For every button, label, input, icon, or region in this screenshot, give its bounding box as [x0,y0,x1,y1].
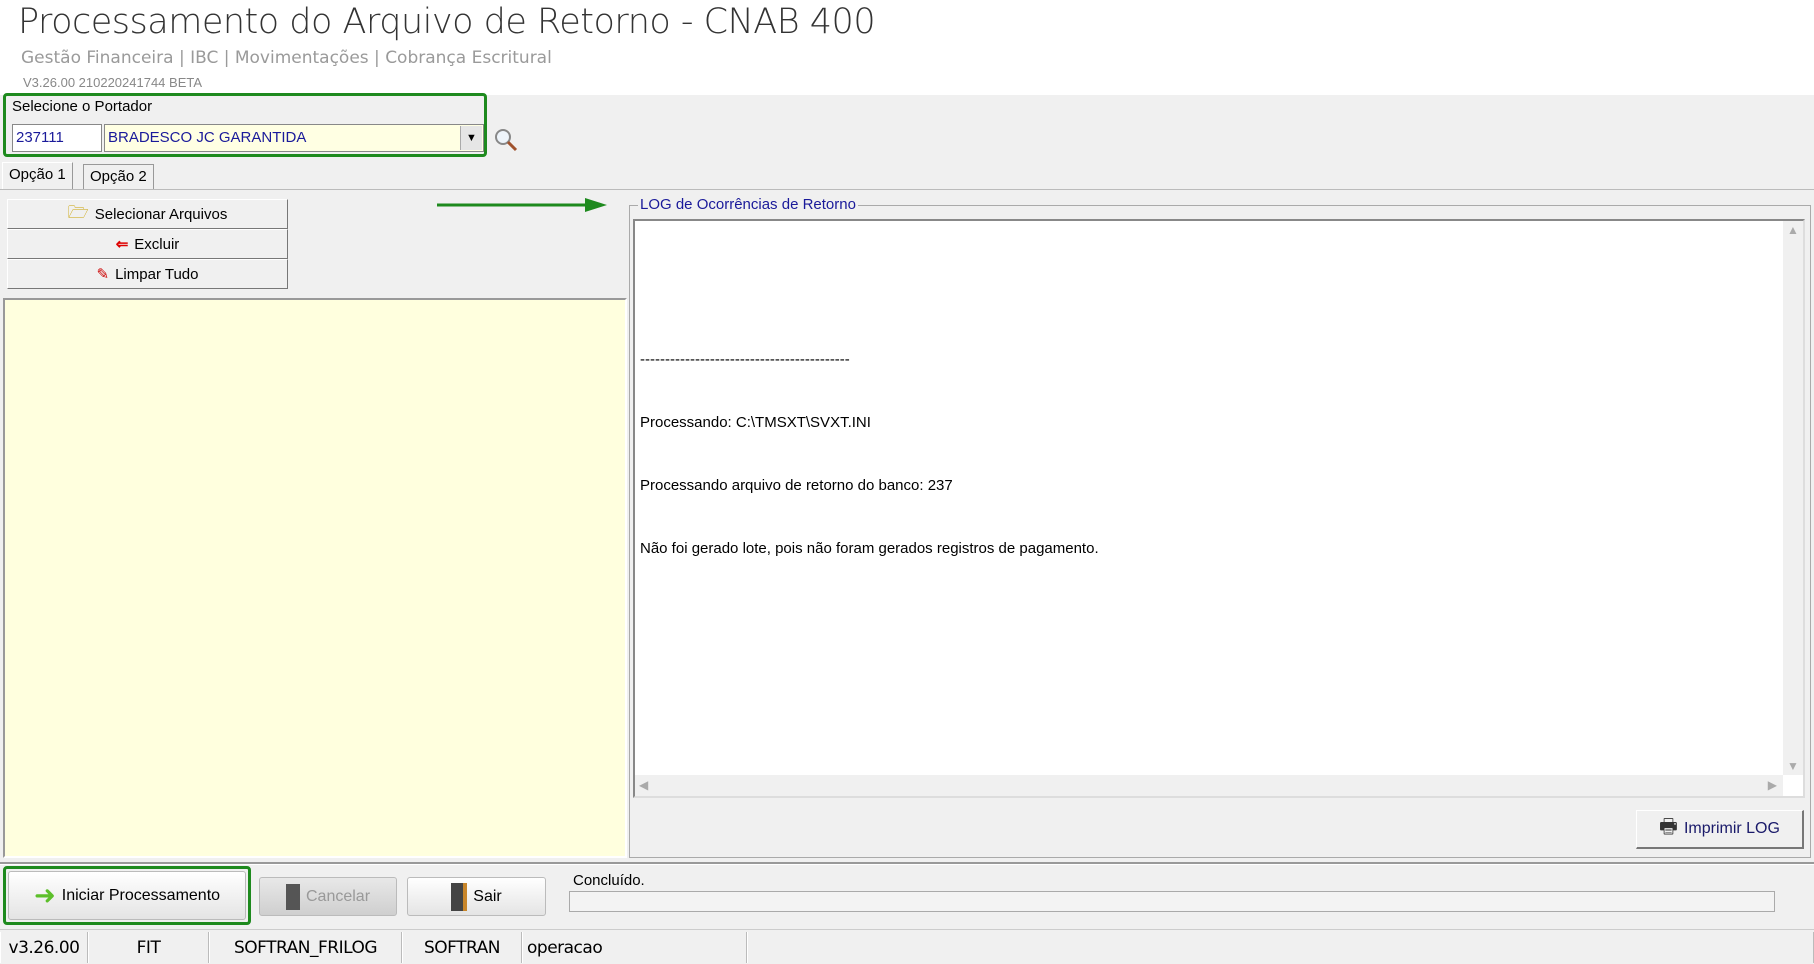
arrow-annotation-icon [437,198,607,212]
portador-label: Selecione o Portador [12,98,153,115]
divider [0,862,1814,865]
printer-icon: 🖶 [1659,816,1678,838]
scroll-up-icon[interactable]: ▲ [1787,223,1799,237]
scroll-left-icon[interactable]: ◀ [639,778,648,792]
scroll-right-icon[interactable]: ▶ [1768,778,1777,792]
status-text: Concluído. [573,872,645,889]
statusbar-company: FIT [88,932,209,963]
folder-open-icon: 🗁 [67,202,89,222]
page-title: Processamento do Arquivo de Retorno - CN… [18,2,876,42]
breadcrumb: Gestão Financeira | IBC | Movimentações … [21,48,552,68]
selected-files-list[interactable] [3,298,627,858]
status-bar: v3.26.00 FIT SOFTRAN_FRILOG SOFTRAN oper… [0,929,1814,964]
arrow-right-icon: ➜ [33,880,56,910]
clear-all-button[interactable]: ✎ Limpar Tudo [7,259,288,289]
log-horizontal-scrollbar[interactable]: ◀ ▶ [635,775,1783,796]
exit-button[interactable]: Sair [407,877,546,916]
portador-select[interactable]: BRADESCO JC GARANTIDA [104,124,484,152]
door-icon [285,883,300,910]
search-icon[interactable] [493,127,519,153]
log-line: Processando: C:\TMSXT\SVXT.INI [640,414,871,431]
start-processing-button[interactable]: ➜ Iniciar Processamento [8,871,246,920]
log-title: LOG de Ocorrências de Retorno [638,196,858,213]
statusbar-version: v3.26.00 [0,932,88,963]
statusbar-user: SOFTRAN [402,932,522,963]
statusbar-empty [747,932,1814,963]
tab-opcao-2[interactable]: Opção 2 [83,164,154,189]
select-files-button[interactable]: 🗁 Selecionar Arquivos [7,199,288,229]
tab-divider [0,189,1814,190]
log-line: ----------------------------------------… [640,351,850,368]
exit-door-icon [451,882,468,911]
log-line: Não foi gerado lote, pois não foram gera… [640,540,1099,557]
scroll-down-icon[interactable]: ▼ [1787,759,1799,773]
statusbar-database: SOFTRAN_FRILOG [209,932,402,963]
log-vertical-scrollbar[interactable]: ▲ ▼ [1783,221,1803,775]
eraser-icon: ✎ [96,266,110,283]
log-line: Processando arquivo de retorno do banco:… [640,477,953,494]
delete-button[interactable]: ⇐ Excluir [7,229,288,259]
portador-code-input[interactable]: 237111 [12,124,102,152]
log-content: ----------------------------------------… [640,244,1099,580]
print-log-button[interactable]: 🖶 Imprimir LOG [1636,810,1804,849]
tab-opcao-1[interactable]: Opção 1 [2,162,73,190]
progress-bar [569,891,1775,912]
version-label: V3.26.00 210220241744 BETA [23,75,203,90]
cancel-button[interactable]: Cancelar [259,877,397,916]
chevron-down-icon[interactable]: ▼ [460,126,482,150]
statusbar-operation: operacao [522,932,747,963]
remove-icon: ⇐ [115,236,129,253]
